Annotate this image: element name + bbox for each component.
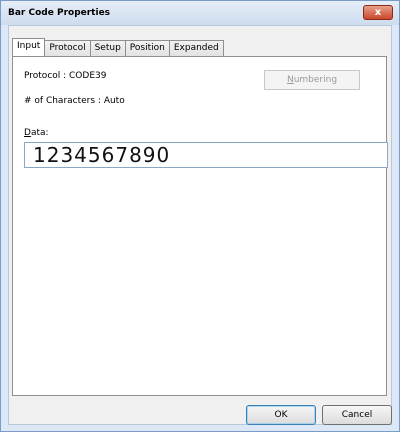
- tab-position[interactable]: Position: [124, 40, 170, 56]
- data-field[interactable]: 1234567890: [24, 142, 388, 168]
- cancel-button[interactable]: Cancel: [322, 405, 392, 425]
- data-label: Data:: [24, 128, 49, 138]
- tab-strip: Input Protocol Setup Position Expanded: [12, 38, 224, 56]
- tab-protocol[interactable]: Protocol: [44, 40, 91, 56]
- numbering-label: Numbering: [286, 75, 338, 85]
- tab-expanded[interactable]: Expanded: [168, 40, 224, 56]
- numbering-button[interactable]: Numbering: [264, 70, 360, 90]
- tab-input[interactable]: Input: [12, 38, 46, 56]
- title-bar[interactable]: Bar Code Properties x: [1, 1, 399, 25]
- protocol-info: Protocol : CODE39: [24, 71, 107, 81]
- dialog-title: Bar Code Properties: [8, 8, 111, 18]
- ok-button[interactable]: OK: [246, 405, 316, 425]
- close-icon: x: [374, 7, 382, 18]
- input-tab-panel: [12, 56, 387, 396]
- tab-setup[interactable]: Setup: [89, 40, 126, 56]
- close-button[interactable]: x: [363, 5, 393, 20]
- characters-info: # of Characters : Auto: [24, 96, 125, 106]
